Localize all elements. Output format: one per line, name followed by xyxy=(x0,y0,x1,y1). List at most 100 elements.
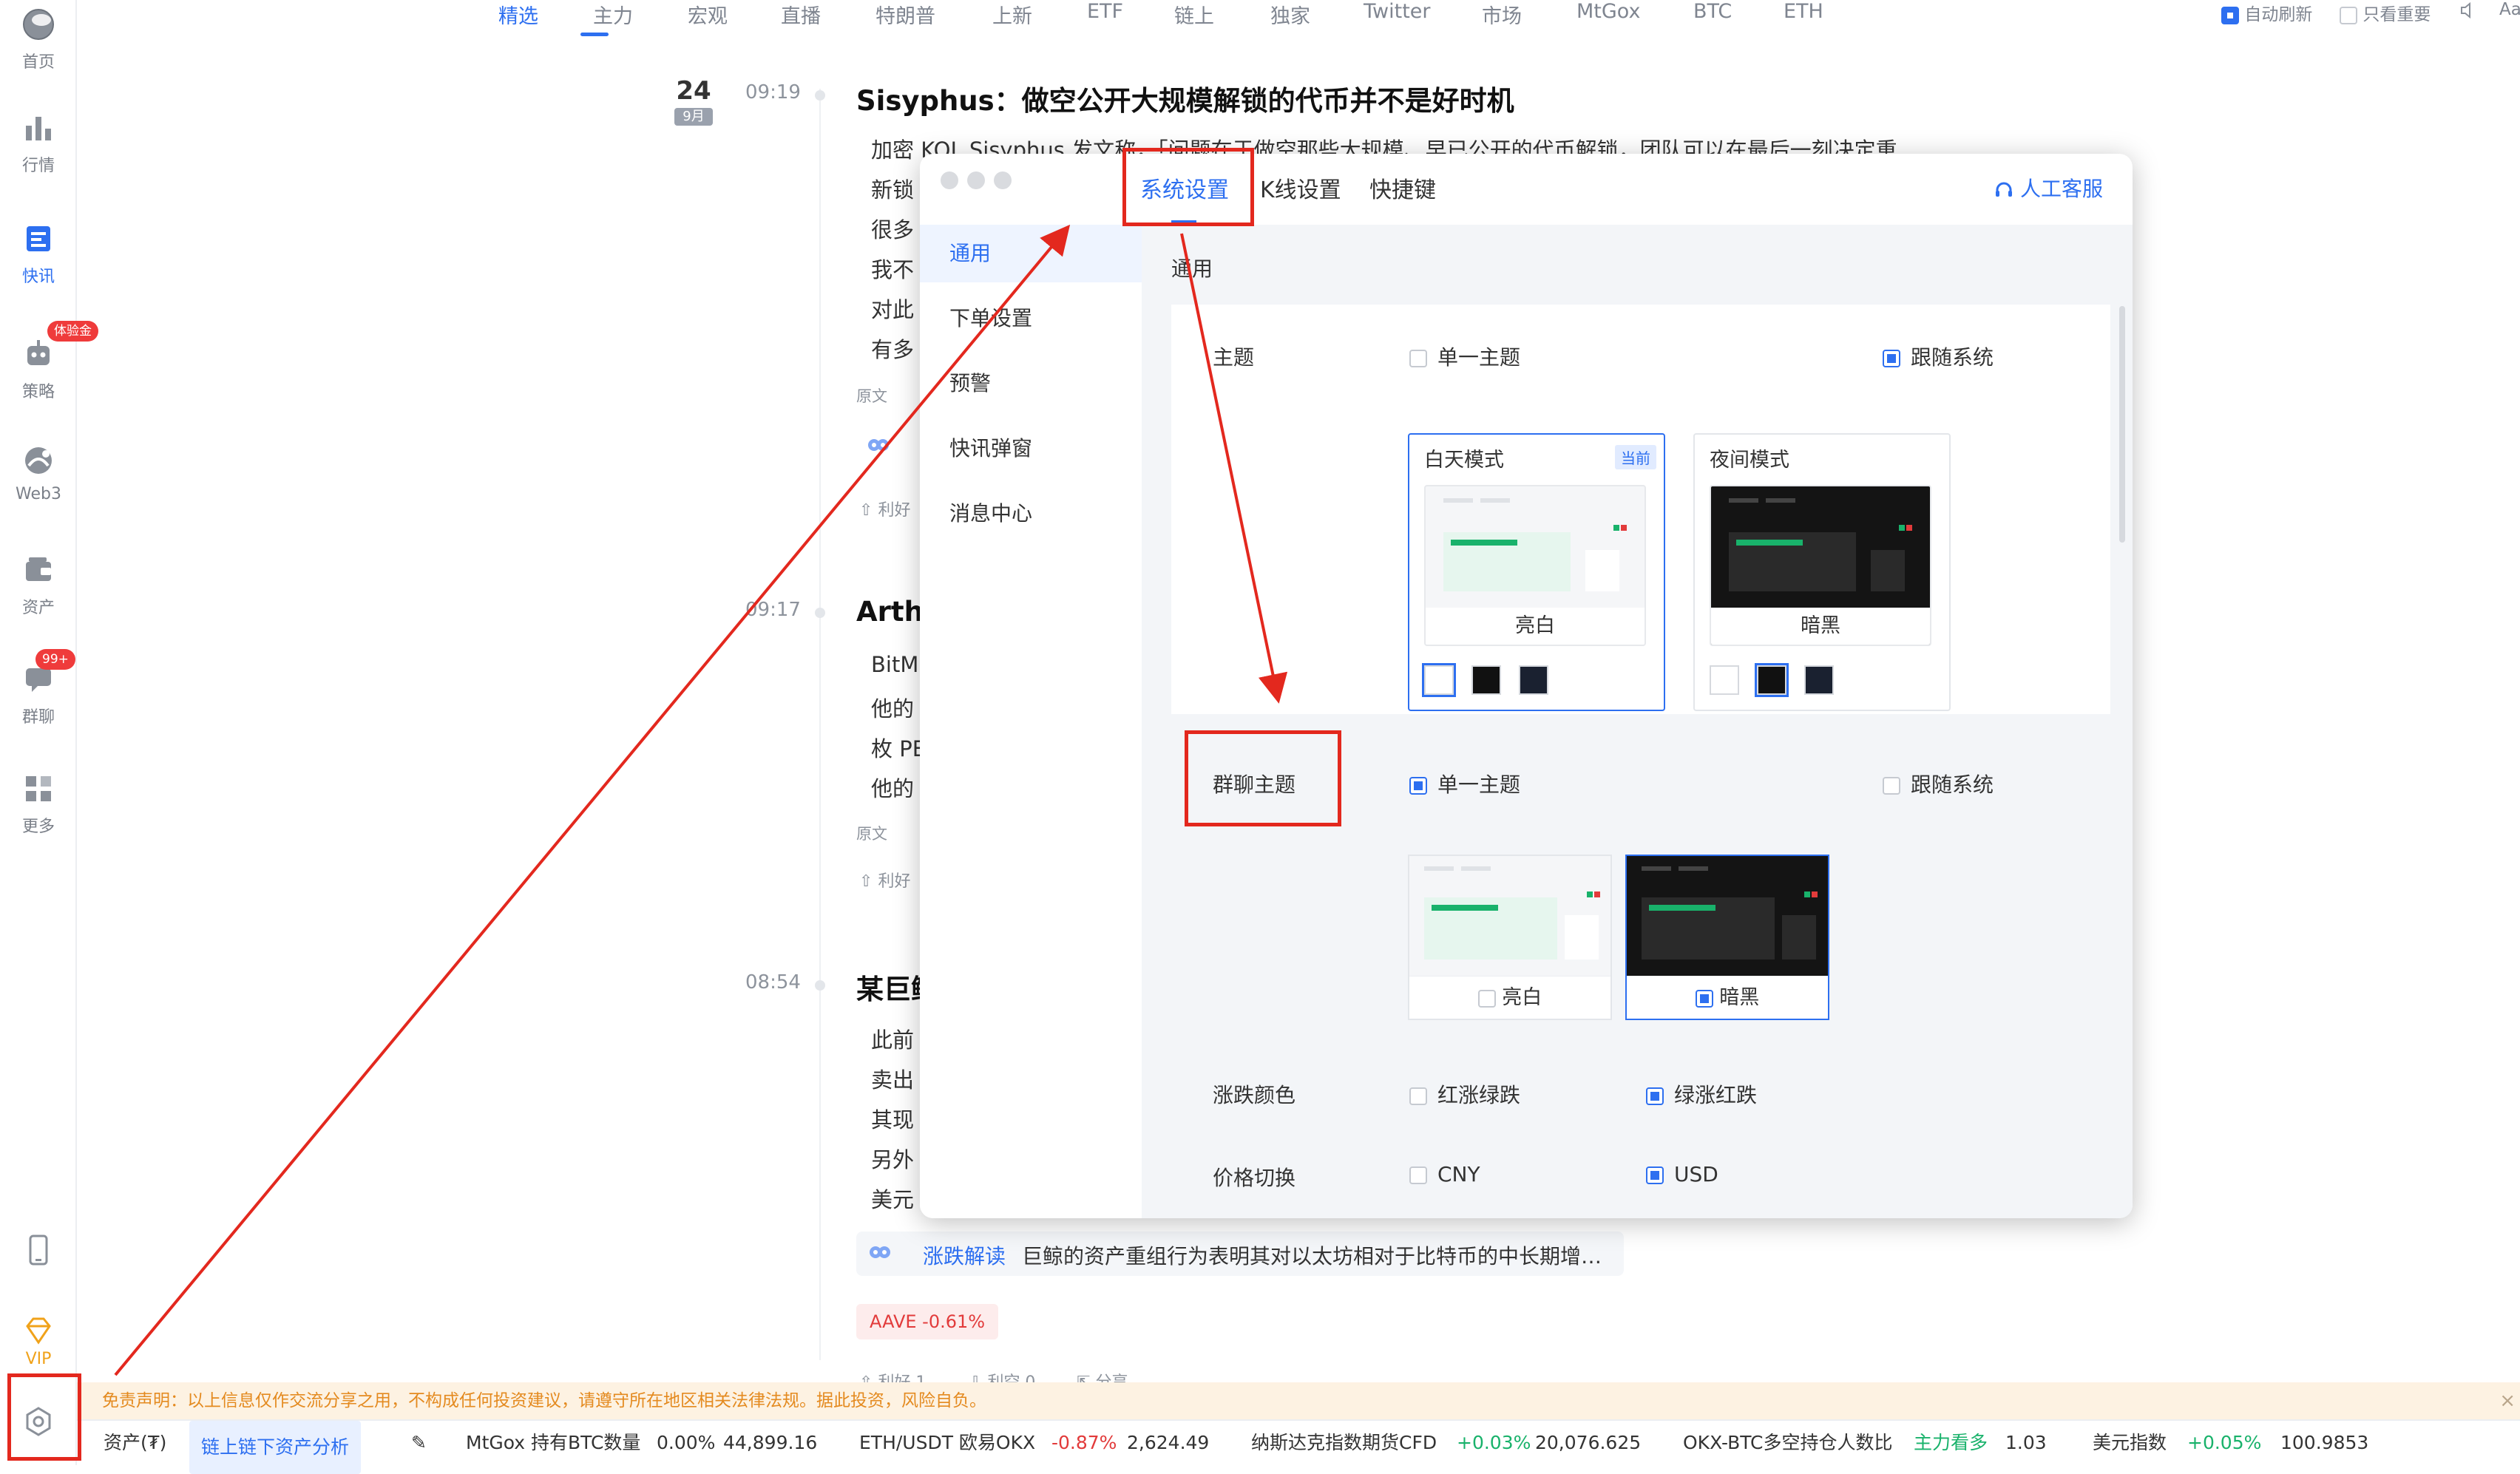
tab-exclusive[interactable]: 独家 xyxy=(1270,0,1310,29)
sidebar-item-newsflash[interactable]: 快讯 xyxy=(0,222,77,287)
option-label: 红涨绿跌 xyxy=(1437,1083,1521,1107)
theme-single-checkbox[interactable] xyxy=(1409,350,1427,367)
ai-interpretation-chip[interactable]: 涨跌解读 巨鲸的资产重组行为表明其对以太坊相对于比特币的中长期增… xyxy=(856,1232,1624,1276)
tab-kline-settings[interactable]: K线设置 xyxy=(1260,171,1341,204)
menu-item-general[interactable]: 通用 xyxy=(920,225,1142,282)
red-up-option[interactable]: 红涨绿跌 xyxy=(1409,1079,1520,1109)
navy-swatch[interactable] xyxy=(1804,665,1834,695)
tab-eth[interactable]: ETH xyxy=(1784,0,1823,23)
usd-checkbox[interactable] xyxy=(1646,1166,1664,1184)
sidebar-item-groupchat[interactable]: 群聊 xyxy=(0,662,77,727)
coin-change-tag[interactable]: AAVE -0.61% xyxy=(856,1304,999,1339)
ticker-name[interactable]: 美元指数 xyxy=(2093,1421,2167,1465)
sidebar-item-assets[interactable]: 资产 xyxy=(0,553,77,618)
trial-badge: 体验金 xyxy=(47,321,98,342)
theme-follow-system-checkbox[interactable] xyxy=(1883,350,1900,367)
tab-main-force[interactable]: 主力 xyxy=(593,0,633,29)
red-up-checkbox[interactable] xyxy=(1409,1087,1427,1105)
black-swatch[interactable] xyxy=(1755,663,1789,697)
tab-trump[interactable]: 特朗普 xyxy=(875,0,935,29)
vip-button[interactable]: VIP xyxy=(0,1314,77,1368)
sidebar-item-web3[interactable]: Web3 xyxy=(0,444,77,503)
tab-onchain[interactable]: 链上 xyxy=(1174,0,1214,29)
menu-item-messages[interactable]: 消息中心 xyxy=(920,485,1142,543)
menu-item-news-popup[interactable]: 快讯弹窗 xyxy=(920,420,1142,478)
auto-refresh-checkbox[interactable] xyxy=(2221,6,2239,24)
white-swatch[interactable] xyxy=(1422,663,1456,697)
chat-theme-follow-system-option[interactable]: 跟随系统 xyxy=(1883,769,1994,798)
chat-theme-follow-system-checkbox[interactable] xyxy=(1883,777,1900,795)
news-time: 09:19 xyxy=(745,81,801,103)
ticker-name[interactable]: MtGox 持有BTC数量 xyxy=(466,1421,640,1465)
tab-macro[interactable]: 宏观 xyxy=(688,0,728,29)
left-sidebar: 首页 行情 快讯 策略 体验金 Web3 资产 群聊 99+ 更多 VIP xyxy=(0,0,98,1465)
tab-twitter[interactable]: Twitter xyxy=(1364,0,1431,23)
settings-content: 通用 主题 单一主题 跟随系统 白天模式 当前 亮白 夜间模式 暗黑 群聊主题 … xyxy=(1142,225,2133,1218)
mobile-phone-icon xyxy=(29,1234,48,1266)
tab-shortcuts[interactable]: 快捷键 xyxy=(1369,171,1436,204)
white-swatch[interactable] xyxy=(1710,665,1739,695)
tab-market[interactable]: 市场 xyxy=(1482,0,1522,29)
bullish-vote-button[interactable]: ⇧ 利好 xyxy=(859,868,910,891)
light-preview: 亮白 xyxy=(1424,485,1646,646)
edit-icon[interactable]: ✎ xyxy=(411,1421,427,1465)
auto-refresh-toggle[interactable]: 自动刷新 xyxy=(2221,0,2312,25)
chat-theme-single-option[interactable]: 单一主题 xyxy=(1409,769,1520,798)
black-swatch[interactable] xyxy=(1471,665,1501,695)
sidebar-item-market[interactable]: 行情 xyxy=(0,111,77,176)
bullish-vote-button[interactable]: ⇧ 利好 xyxy=(859,497,910,520)
sidebar-item-label: 首页 xyxy=(21,53,55,72)
chat-dark-card[interactable]: 暗黑 xyxy=(1625,855,1829,1020)
tab-btc[interactable]: BTC xyxy=(1693,0,1732,23)
mobile-app-button[interactable] xyxy=(0,1233,77,1267)
cny-checkbox[interactable] xyxy=(1409,1166,1427,1184)
sidebar-item-more[interactable]: 更多 xyxy=(0,772,77,837)
ticker-name[interactable]: 纳斯达克指数期货CFD xyxy=(1251,1421,1437,1465)
window-minimize-dot[interactable] xyxy=(967,171,985,189)
timeline-dot xyxy=(815,90,825,101)
tab-mtgox[interactable]: MtGox xyxy=(1576,0,1640,23)
window-close-dot[interactable] xyxy=(941,171,958,189)
tab-live[interactable]: 直播 xyxy=(781,0,821,29)
auto-refresh-label: 自动刷新 xyxy=(2244,5,2313,24)
news-title[interactable]: Sisyphus：做空公开大规模解锁的代币并不是好时机 xyxy=(856,78,1514,118)
original-source-link[interactable]: 原文 xyxy=(856,822,887,844)
tab-new-listings[interactable]: 上新 xyxy=(992,0,1032,29)
ticker-name[interactable]: ETH/USDT 欧易OKX xyxy=(859,1421,1035,1465)
window-zoom-dot[interactable] xyxy=(994,171,1012,189)
only-important-checkbox[interactable] xyxy=(2340,6,2357,24)
chat-light-card[interactable]: 亮白 xyxy=(1408,855,1612,1020)
usd-option[interactable]: USD xyxy=(1646,1162,1718,1186)
day-mode-card[interactable]: 白天模式 当前 亮白 xyxy=(1408,433,1665,711)
chat-theme-single-checkbox[interactable] xyxy=(1409,777,1427,795)
chat-dark-checkbox[interactable] xyxy=(1695,989,1713,1008)
menu-item-alerts[interactable]: 预警 xyxy=(920,355,1142,412)
theme-single-option[interactable]: 单一主题 xyxy=(1409,342,1520,371)
sound-toggle[interactable] xyxy=(2459,0,2479,20)
green-up-option[interactable]: 绿涨红跌 xyxy=(1646,1079,1757,1109)
web3-icon xyxy=(25,447,52,474)
news-text-line: 美元 xyxy=(871,1187,915,1212)
close-disclaimer-button[interactable]: × xyxy=(2499,1382,2516,1419)
option-label: 单一主题 xyxy=(1437,345,1521,370)
menu-item-order[interactable]: 下单设置 xyxy=(920,290,1142,347)
navy-swatch[interactable] xyxy=(1519,665,1548,695)
only-important-toggle[interactable]: 只看重要 xyxy=(2340,0,2431,25)
sidebar-item-strategy[interactable]: 策略 xyxy=(0,337,77,402)
sidebar-item-label: 资产 xyxy=(21,599,55,617)
theme-follow-system-option[interactable]: 跟随系统 xyxy=(1883,342,1994,371)
disclaimer-text: 免责声明：以上信息仅作交流分享之用，不构成任何投资建议，请遵守所在地区相关法律法… xyxy=(102,1391,986,1410)
tab-etf[interactable]: ETF xyxy=(1087,0,1123,23)
scrollbar[interactable] xyxy=(2119,306,2125,543)
cny-option[interactable]: CNY xyxy=(1409,1162,1480,1186)
chat-light-checkbox[interactable] xyxy=(1477,989,1496,1008)
tab-featured[interactable]: 精选 xyxy=(498,0,538,29)
night-mode-card[interactable]: 夜间模式 暗黑 xyxy=(1693,433,1951,711)
green-up-checkbox[interactable] xyxy=(1646,1087,1664,1105)
assets-label[interactable]: 资产(₮) xyxy=(104,1421,166,1465)
customer-service-link[interactable]: 人工客服 xyxy=(1994,173,2103,203)
ticker-name[interactable]: OKX-BTC多空持仓人数比 xyxy=(1683,1421,1893,1465)
original-source-link[interactable]: 原文 xyxy=(856,384,887,407)
font-size-button[interactable]: Aa xyxy=(2499,0,2520,19)
sidebar-item-home[interactable]: 首页 xyxy=(0,7,77,72)
